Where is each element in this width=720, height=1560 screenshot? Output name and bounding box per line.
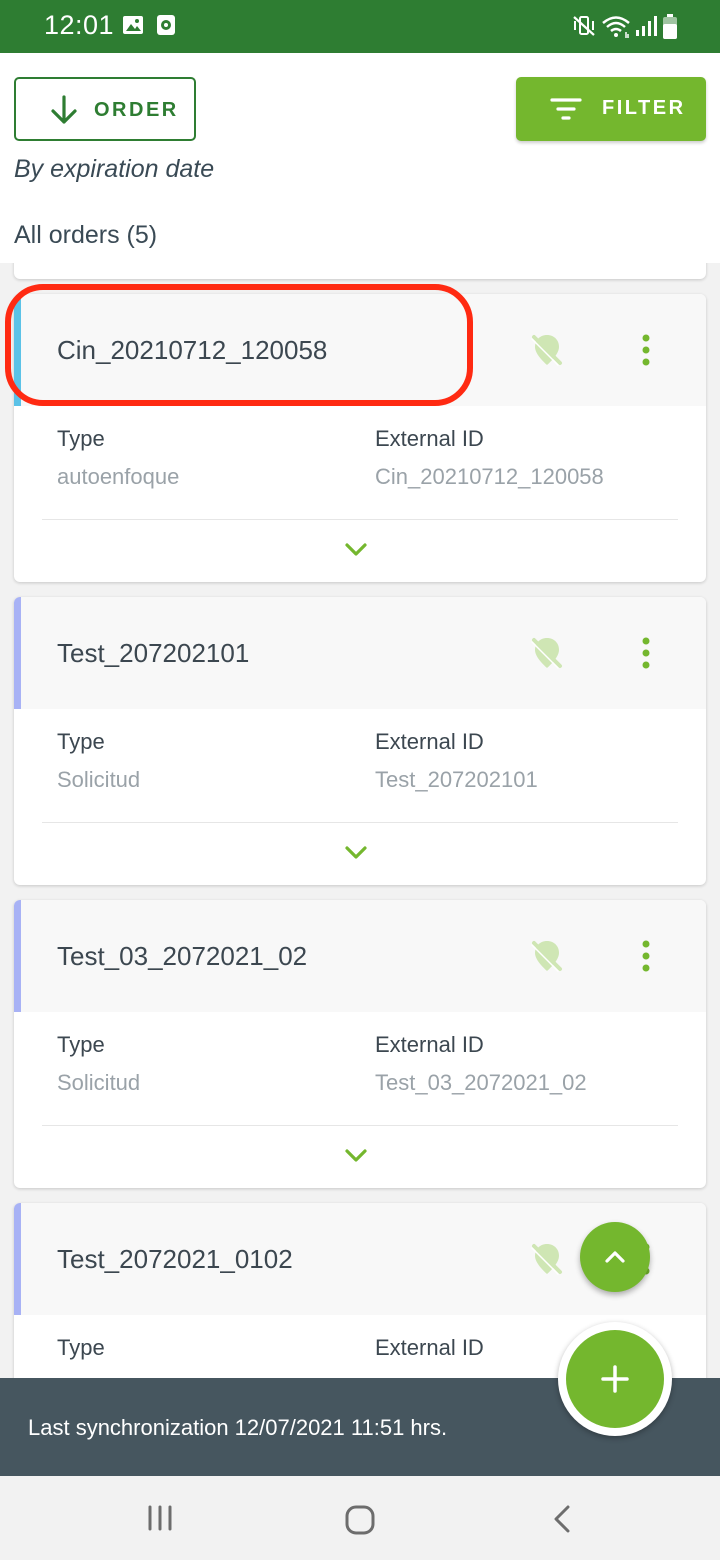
more-vert-icon[interactable] — [636, 332, 656, 368]
card-accent-stripe — [14, 1203, 21, 1315]
chevron-down-icon[interactable] — [344, 542, 368, 558]
chevron-down-icon[interactable] — [344, 1148, 368, 1164]
order-button[interactable]: ORDER — [14, 77, 196, 141]
type-label: Type — [57, 1032, 105, 1057]
more-vert-icon[interactable] — [636, 938, 656, 974]
filter-button[interactable]: FILTER — [516, 77, 706, 141]
chevron-up-icon — [605, 1251, 625, 1263]
scroll-top-button[interactable] — [580, 1222, 650, 1292]
order-button-label: ORDER — [94, 99, 179, 121]
battery-icon — [663, 14, 677, 39]
external-id-label: External ID — [375, 426, 484, 451]
card-divider — [42, 822, 678, 823]
mute-vibrate-icon — [573, 16, 595, 36]
orders-list[interactable]: Cin_20210712_120058 Type autoenfoque Ext… — [0, 263, 720, 1378]
plus-icon — [601, 1365, 629, 1393]
location-off-icon[interactable] — [529, 332, 565, 368]
filter-icon — [550, 98, 582, 120]
external-id-label: External ID — [375, 1032, 484, 1057]
type-value: autoenfoque — [57, 464, 180, 489]
location-off-icon[interactable] — [529, 635, 565, 671]
list-header: ORDER FILTER By expiration date All orde… — [0, 53, 720, 263]
type-label: Type — [57, 1335, 105, 1360]
previous-card-edge — [14, 263, 706, 279]
sync-status-text: Last synchronization 12/07/2021 11:51 hr… — [28, 1415, 448, 1440]
order-card[interactable]: Test_207202101 Type Solicitud External I… — [14, 597, 706, 885]
status-time: 12:01 — [44, 10, 115, 40]
type-value: Solicitud — [57, 1070, 141, 1095]
sort-description: By expiration date — [14, 155, 215, 183]
add-order-button[interactable] — [566, 1330, 664, 1428]
highlight-annotation — [5, 284, 473, 406]
type-label: Type — [57, 729, 105, 754]
order-card[interactable]: Test_03_2072021_02 Type Solicitud Extern… — [14, 900, 706, 1188]
card-accent-stripe — [14, 597, 21, 709]
signal-icon — [636, 16, 657, 36]
media-icon — [157, 15, 175, 35]
external-id-value: Cin_20210712_120058 — [375, 464, 604, 489]
card-accent-stripe — [14, 900, 21, 1012]
chevron-down-icon[interactable] — [344, 845, 368, 861]
location-off-icon[interactable] — [529, 1241, 565, 1277]
location-off-icon[interactable] — [529, 938, 565, 974]
external-id-label: External ID — [375, 1335, 484, 1360]
external-id-label: External ID — [375, 729, 484, 754]
order-title: Test_03_2072021_02 — [57, 941, 308, 971]
status-bar: 12:01 — [0, 0, 720, 53]
type-value: Solicitud — [57, 767, 141, 792]
card-divider — [42, 519, 678, 520]
type-label: Type — [57, 426, 105, 451]
card-divider — [42, 1125, 678, 1126]
external-id-value: Test_03_2072021_02 — [375, 1070, 587, 1095]
order-title: Test_207202101 — [57, 638, 250, 668]
image-icon — [123, 16, 143, 34]
more-vert-icon[interactable] — [636, 635, 656, 671]
recent-apps-icon[interactable] — [146, 1504, 174, 1532]
order-title: Test_2072021_0102 — [57, 1244, 293, 1274]
filter-button-label: FILTER — [602, 97, 686, 119]
home-icon[interactable] — [344, 1504, 376, 1536]
back-icon[interactable] — [550, 1504, 574, 1534]
orders-count-label: All orders (5) — [14, 221, 158, 249]
wifi-icon — [602, 16, 630, 38]
system-nav-bar — [0, 1476, 720, 1560]
external-id-value: Test_207202101 — [375, 767, 538, 792]
arrow-down-icon — [51, 95, 77, 124]
